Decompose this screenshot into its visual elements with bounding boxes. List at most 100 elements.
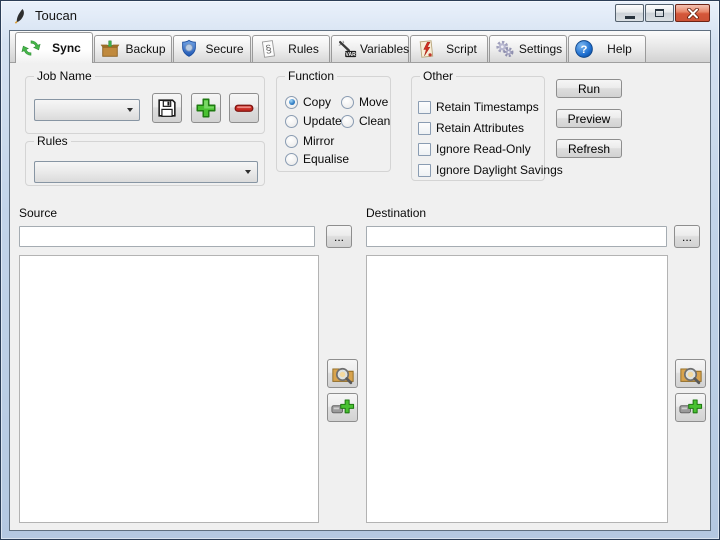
gears-icon [495, 39, 515, 59]
destination-label: Destination [366, 206, 426, 220]
refresh-button[interactable]: Refresh [556, 139, 622, 158]
minimize-button[interactable] [615, 4, 644, 22]
remove-job-button[interactable] [229, 93, 259, 123]
tab-variables-label: Variables [360, 42, 409, 56]
tab-sync-label: Sync [44, 41, 89, 55]
checkbox-ignore-readonly-label: Ignore Read-Only [436, 142, 531, 156]
checkbox-retain-timestamps-label: Retain Timestamps [436, 100, 539, 114]
save-job-button[interactable] [152, 93, 182, 123]
radio-equalise[interactable]: Equalise [285, 152, 349, 166]
svg-text:?: ? [581, 44, 588, 56]
tab-backup[interactable]: Backup [94, 35, 172, 62]
destination-file-list[interactable] [366, 255, 668, 523]
source-file-list[interactable] [19, 255, 319, 523]
tab-rules-label: Rules [281, 42, 326, 56]
radio-copy-control [285, 96, 298, 109]
help-icon: ? [574, 39, 594, 59]
combo-arrow-icon [245, 170, 251, 174]
tab-script-label: Script [439, 42, 484, 56]
radio-update[interactable]: Update [285, 114, 342, 128]
function-group: Function Copy Move Update Clean [276, 76, 391, 172]
checkbox-retain-timestamps[interactable]: Retain Timestamps [418, 100, 539, 114]
preview-button[interactable]: Preview [556, 109, 622, 128]
radio-clean[interactable]: Clean [341, 114, 390, 128]
tab-help-label: Help [597, 42, 642, 56]
checkbox-retain-attributes-control [418, 122, 431, 135]
close-button[interactable] [675, 4, 710, 22]
radio-equalise-control [285, 153, 298, 166]
minimize-icon [625, 16, 635, 19]
radio-move[interactable]: Move [341, 95, 388, 109]
client-area: Sync Backup [9, 30, 711, 531]
tab-settings[interactable]: Settings [489, 35, 567, 62]
radio-mirror-control [285, 135, 298, 148]
checkbox-retain-attributes[interactable]: Retain Attributes [418, 121, 524, 135]
destination-preview-button[interactable] [675, 359, 706, 388]
tab-help[interactable]: ? Help [568, 35, 646, 62]
shield-icon [179, 39, 199, 59]
checkbox-ignore-daylight-savings-control [418, 164, 431, 177]
add-item-icon [330, 396, 355, 419]
rules-document-icon: § [258, 39, 278, 59]
radio-clean-control [341, 115, 354, 128]
checkbox-ignore-readonly-control [418, 143, 431, 156]
combo-arrow-icon [127, 108, 133, 112]
other-group-label: Other [420, 69, 456, 84]
radio-copy[interactable]: Copy [285, 95, 331, 109]
title-bar[interactable]: Toucan [1, 1, 719, 30]
checkbox-retain-timestamps-control [418, 101, 431, 114]
close-icon [687, 8, 699, 19]
job-name-group: Job Name [25, 76, 265, 134]
folder-magnifier-icon [679, 362, 703, 386]
source-add-button[interactable] [327, 393, 358, 422]
radio-move-label: Move [359, 95, 388, 109]
svg-text:VAR: VAR [346, 52, 357, 58]
function-group-label: Function [285, 69, 337, 84]
radio-mirror-label: Mirror [303, 134, 334, 148]
radio-move-control [341, 96, 354, 109]
job-name-combobox[interactable] [34, 99, 140, 121]
rules-group-label: Rules [34, 134, 71, 149]
checkbox-ignore-daylight-savings-label: Ignore Daylight Savings [436, 163, 563, 177]
window-title: Toucan [35, 8, 77, 23]
window-controls [615, 4, 710, 22]
job-name-group-label: Job Name [34, 69, 95, 84]
rules-combobox[interactable] [34, 161, 258, 183]
tab-settings-label: Settings [518, 42, 563, 56]
backup-box-icon [100, 39, 120, 59]
run-button[interactable]: Run [556, 79, 622, 98]
source-path-input[interactable] [19, 226, 315, 247]
destination-browse-button[interactable]: ... [674, 225, 700, 248]
tab-rules[interactable]: § Rules [252, 35, 330, 62]
folder-magnifier-icon [331, 362, 355, 386]
radio-equalise-label: Equalise [303, 152, 349, 166]
other-group: Other Retain Timestamps Retain Attribute… [411, 76, 545, 181]
toucan-app-icon [12, 8, 28, 24]
tab-script[interactable]: Script [410, 35, 488, 62]
sync-page: Job Name [10, 63, 710, 530]
add-job-button[interactable] [191, 93, 221, 123]
minus-icon [232, 96, 256, 120]
checkbox-ignore-readonly[interactable]: Ignore Read-Only [418, 142, 531, 156]
source-browse-button[interactable]: ... [326, 225, 352, 248]
checkbox-ignore-daylight-savings[interactable]: Ignore Daylight Savings [418, 163, 563, 177]
radio-copy-label: Copy [303, 95, 331, 109]
tab-variables[interactable]: VAR Variables [331, 35, 409, 62]
tab-backup-label: Backup [123, 42, 168, 56]
destination-path-input[interactable] [366, 226, 667, 247]
radio-mirror[interactable]: Mirror [285, 134, 334, 148]
source-label: Source [19, 206, 57, 220]
script-lightning-icon [416, 39, 436, 59]
add-item-icon [678, 396, 703, 419]
tab-secure[interactable]: Secure [173, 35, 251, 62]
tab-sync[interactable]: Sync [15, 32, 93, 63]
maximize-icon [655, 9, 664, 17]
floppy-disk-icon [155, 96, 179, 120]
source-preview-button[interactable] [327, 359, 358, 388]
destination-add-button[interactable] [675, 393, 706, 422]
rules-group: Rules [25, 141, 265, 186]
plus-icon [194, 96, 218, 120]
tab-bar: Sync Backup [10, 31, 710, 63]
maximize-button[interactable] [645, 4, 674, 22]
variables-wand-icon: VAR [337, 39, 357, 59]
